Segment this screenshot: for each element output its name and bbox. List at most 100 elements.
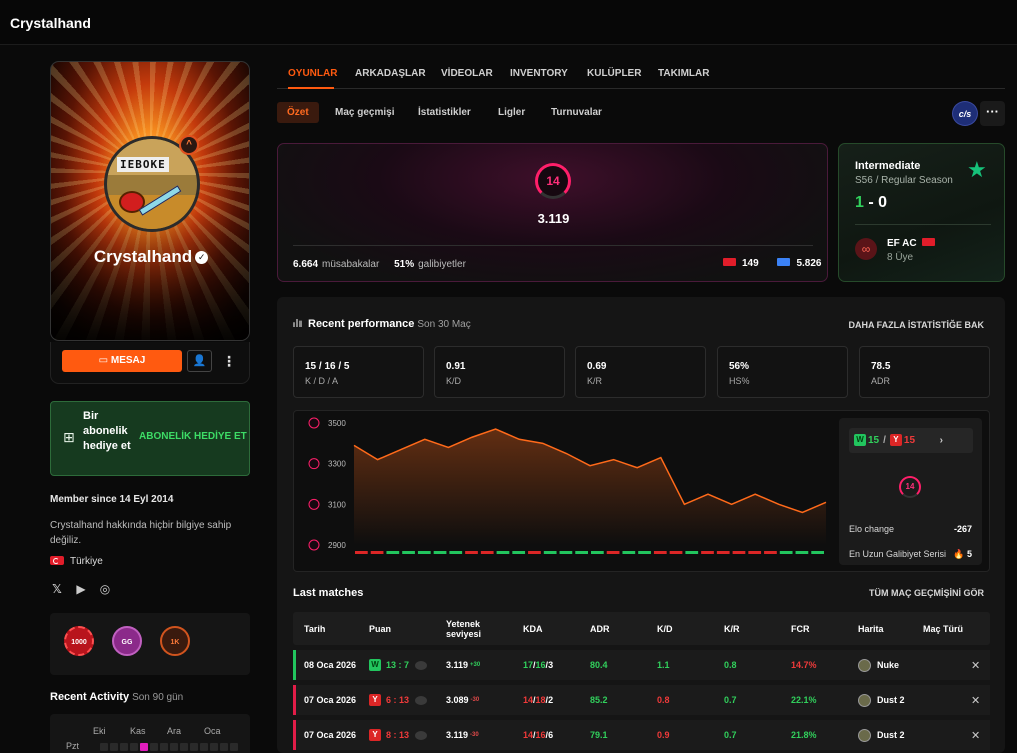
level-tick-icon xyxy=(308,498,320,510)
tab-friends[interactable]: ARKADAŞLAR xyxy=(355,68,426,79)
steam-icon[interactable]: ◎ xyxy=(98,582,112,596)
turkey-flag-icon xyxy=(922,238,936,246)
skill-level-icon: 14 xyxy=(899,476,921,498)
result-bar xyxy=(449,551,463,554)
league-card[interactable]: Intermediate S56 / Regular Season 1 - 0 … xyxy=(838,143,1005,282)
stat-kd: 0.91 K/D xyxy=(434,346,565,398)
result-bar xyxy=(638,551,651,554)
x-icon[interactable]: 𝕏 xyxy=(50,582,64,596)
bar-chart-icon xyxy=(293,319,302,327)
subtab-statistics[interactable]: İstatistikler xyxy=(408,102,481,123)
result-bar xyxy=(795,551,809,554)
win-loss-selector[interactable]: W 15/Y 15 › xyxy=(849,428,973,453)
result-bar xyxy=(559,551,573,554)
map-nuke-icon xyxy=(858,658,871,672)
star-icon: ★ xyxy=(967,157,987,182)
match-row[interactable]: 07 Oca 2026 Y8 : 13 3.119 -30 14/16/6 79.… xyxy=(293,720,990,750)
recent-activity-title: Recent Activity Son 90 gün xyxy=(50,691,184,703)
result-bar xyxy=(685,551,699,554)
match-row[interactable]: 08 Oca 2026 W 13 : 7 3.119 +30 17/16/3 80.… xyxy=(293,650,990,680)
demo-icon xyxy=(415,660,428,670)
result-bar xyxy=(653,551,667,554)
result-bar xyxy=(528,551,541,554)
elo-chart-area: 3500 3300 3100 2900 W 15/Y 15 › 14 Elo change -… xyxy=(293,410,990,572)
match-type-icon: ✕ xyxy=(971,694,981,707)
demo-icon xyxy=(415,695,428,705)
turkey-flag-icon xyxy=(50,556,64,565)
result-bar xyxy=(402,551,415,554)
stat-hs: 56% HS% xyxy=(717,346,848,398)
chevron-right-icon: › xyxy=(939,435,943,446)
activity-months: Eki Kas Ara Oca xyxy=(93,726,221,736)
tab-videos[interactable]: VİDEOLAR xyxy=(441,68,493,79)
club-logo-icon: ∞ xyxy=(855,238,877,260)
result-bar xyxy=(701,551,714,554)
elo-area xyxy=(354,429,826,545)
elo-card: 14 3.119 6.664 müsabakalar 51% galibiyetle… xyxy=(277,143,828,282)
game-select-button[interactable]: c/s xyxy=(952,101,978,126)
result-bar xyxy=(748,551,762,554)
message-button[interactable]: ▭ MESAJ xyxy=(62,350,182,372)
add-friend-button[interactable]: 👤 xyxy=(187,350,212,372)
badge-gg[interactable]: GG xyxy=(112,626,142,656)
subtab-tournaments[interactable]: Turnuvalar xyxy=(541,102,612,123)
elo-chart: 3500 3300 3100 2900 xyxy=(308,417,827,554)
more-button[interactable]: ··· xyxy=(980,101,1005,126)
result-bar xyxy=(732,551,746,554)
chat-icon: ▭ xyxy=(98,355,111,366)
profile-card: IEBOKE ^ Crystalhand ✓ xyxy=(50,61,250,341)
region-flag-icon xyxy=(777,258,791,266)
result-bar xyxy=(417,551,431,554)
tab-teams[interactable]: TAKIMLAR xyxy=(658,68,709,79)
elo-change: Elo change -267 xyxy=(849,524,972,534)
match-row[interactable]: 07 Oca 2026 Y6 : 13 3.089 -30 14/18/2 85.… xyxy=(293,685,990,715)
verified-icon: ✓ xyxy=(195,251,209,264)
tab-clubs[interactable]: KULÜPLER xyxy=(587,68,641,79)
sub-tabs: Özet Maç geçmişi İstatistikler Ligler Tu… xyxy=(277,102,1005,124)
about-text: Crystalhand hakkında hiçbir bilgiye sahi… xyxy=(50,520,232,546)
last-matches-title: Last matches xyxy=(293,587,364,599)
stat-adr: 78.5 ADR xyxy=(859,346,990,398)
subtab-match-history[interactable]: Maç geçmişi xyxy=(325,102,404,123)
elo-ranks[interactable]: 149 5.826 xyxy=(723,258,822,269)
page-title: Crystalhand xyxy=(10,15,91,31)
subtab-leagues[interactable]: Ligler xyxy=(488,102,535,123)
subtab-overview[interactable]: Özet xyxy=(277,102,319,123)
result-bar xyxy=(575,551,588,554)
main-tabs: OYUNLAR ARKADAŞLAR VİDEOLAR INVENTORY KU… xyxy=(277,61,1005,89)
y-tick-label: 2900 xyxy=(328,541,346,550)
activity-heatmap: Eki Kas Ara Oca Pzt xyxy=(50,714,250,753)
y-tick-label: 3100 xyxy=(328,500,346,509)
gift-subscription-box: ⊞ Bir abonelik hediye et ABONELİK HEDİYE… xyxy=(50,401,250,476)
all-matches-link[interactable]: TÜM MAÇ GEÇMİŞİNİ GÖR xyxy=(869,588,984,598)
result-bar xyxy=(779,551,793,554)
badge-1000[interactable]: 1000 xyxy=(64,626,94,656)
profile-actions: ▭ MESAJ 👤 ⋮ xyxy=(50,342,250,384)
chart-summary-panel: W 15/Y 15 › 14 Elo change -267 En Uzun Galib… xyxy=(839,418,982,565)
tab-inventory[interactable]: INVENTORY xyxy=(510,68,568,79)
map-dust2-icon xyxy=(858,728,871,742)
country: Türkiye xyxy=(50,556,103,567)
result-bar xyxy=(512,551,526,554)
map-dust2-icon xyxy=(858,693,871,707)
youtube-icon[interactable]: ▶ xyxy=(74,582,88,596)
result-bar xyxy=(811,551,824,554)
skill-level-icon: 14 xyxy=(535,163,571,199)
gift-icon: ⊞ xyxy=(63,429,75,445)
level-tick-icon xyxy=(308,458,320,470)
fire-icon: 🔥 xyxy=(953,549,965,559)
tab-games[interactable]: OYUNLAR xyxy=(288,68,337,79)
more-options-button[interactable]: ⋮ xyxy=(221,350,237,372)
result-bar xyxy=(606,551,620,554)
top-bar: Crystalhand xyxy=(0,0,1017,45)
turkey-flag-icon xyxy=(723,258,736,266)
club-name: EF AC xyxy=(887,238,941,249)
stat-kr: 0.69 K/R xyxy=(575,346,706,398)
gift-subscription-button[interactable]: ABONELİK HEDİYE ET xyxy=(139,431,247,442)
badge-1k[interactable]: 1K xyxy=(160,626,190,656)
result-bar xyxy=(433,551,447,554)
result-bar xyxy=(543,551,557,554)
performance-title: Recent performance Son 30 Maç xyxy=(293,318,471,330)
matches-table-header: Tarih Puan Yetenek seviyesi KDA ADR K/D … xyxy=(293,612,990,645)
more-stats-link[interactable]: DAHA FAZLA İSTATİSTİĞE BAK xyxy=(849,320,985,330)
